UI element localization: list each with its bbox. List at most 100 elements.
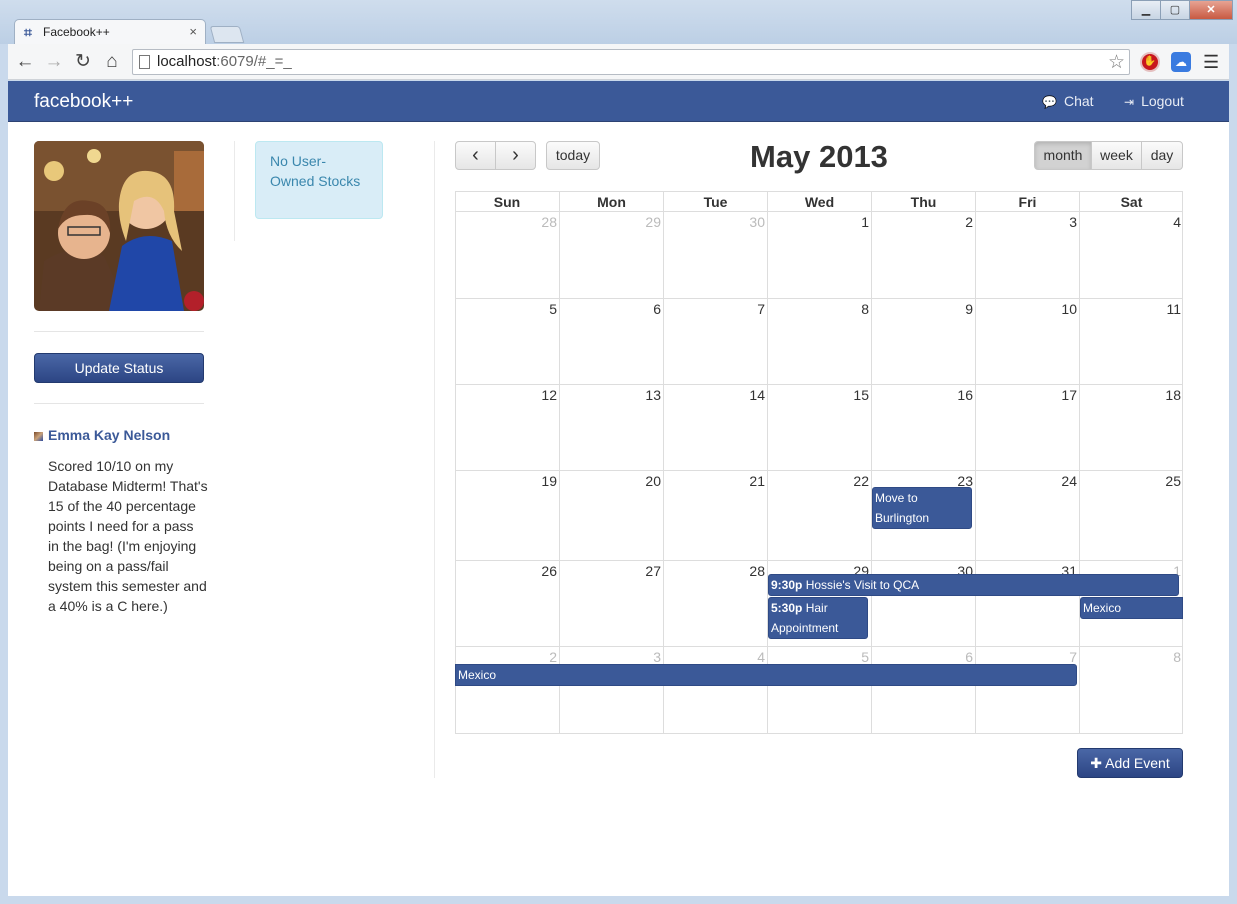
calendar-day-cell[interactable]: 8 bbox=[767, 299, 871, 384]
tab-close-icon[interactable]: × bbox=[189, 24, 197, 39]
menu-icon[interactable]: ☰ bbox=[1203, 52, 1219, 73]
day-header-mon: Mon bbox=[559, 192, 663, 212]
day-number: 22 bbox=[853, 473, 869, 489]
day-number: 9 bbox=[965, 301, 973, 317]
column-divider bbox=[434, 141, 435, 778]
calendar-day-cell[interactable]: 16 bbox=[871, 385, 975, 470]
home-icon[interactable]: ⌂ bbox=[100, 51, 124, 73]
calendar-day-cell[interactable]: 28 bbox=[663, 561, 767, 646]
calendar-day-cell[interactable]: 18 bbox=[1079, 385, 1183, 470]
title-bar: ⌗ Facebook++ × ▁ ▢ ✕ bbox=[0, 0, 1237, 45]
calendar-day-cell[interactable]: 19 bbox=[455, 471, 559, 560]
calendar-day-cell[interactable]: 24 bbox=[975, 471, 1079, 560]
calendar-event[interactable]: 9:30p Hossie's Visit to QCA bbox=[768, 574, 1179, 596]
calendar-event[interactable]: Mexico bbox=[1080, 597, 1183, 619]
calendar-day-cell[interactable]: 8 bbox=[1079, 647, 1183, 733]
column-divider bbox=[234, 141, 235, 241]
browser-toolbar: ← → ↻ ⌂ localhost:6079/#_=_ ☆ ✋ ☁ ☰ bbox=[8, 44, 1229, 80]
calendar-day-cell[interactable]: 1 bbox=[767, 212, 871, 298]
day-number: 8 bbox=[861, 301, 869, 317]
day-number: 8 bbox=[1173, 649, 1181, 665]
calendar-day-cell[interactable]: 3 bbox=[559, 647, 663, 733]
calendar-week-row: 12 13 14 15 16 17 18 bbox=[455, 385, 1183, 471]
calendar-day-cell[interactable]: 4 bbox=[1079, 212, 1183, 298]
logout-label: Logout bbox=[1141, 93, 1184, 109]
favicon-icon: ⌗ bbox=[24, 24, 32, 40]
calendar-day-cell[interactable]: 28 bbox=[455, 212, 559, 298]
week-view-button[interactable]: week bbox=[1091, 141, 1142, 170]
logout-link[interactable]: ⇥ Logout bbox=[1124, 93, 1184, 109]
chat-link[interactable]: 💬 Chat bbox=[1042, 93, 1094, 109]
calendar-day-cell[interactable]: 9 bbox=[871, 299, 975, 384]
calendar-event[interactable]: Move to Burlington bbox=[872, 487, 972, 529]
calendar-day-cell[interactable]: 27 bbox=[559, 561, 663, 646]
calendar-week-row: 2 3 4 5 6 7 8 bbox=[455, 647, 1183, 734]
add-event-button[interactable]: ✚ Add Event bbox=[1077, 748, 1183, 778]
web-page: facebook++ 💬 Chat ⇥ Logout Update Status… bbox=[8, 81, 1229, 896]
page-icon bbox=[139, 55, 150, 69]
day-number: 6 bbox=[653, 301, 661, 317]
calendar-day-cell[interactable]: 11 bbox=[1079, 299, 1183, 384]
day-number: 14 bbox=[749, 387, 765, 403]
month-view-button[interactable]: month bbox=[1034, 141, 1092, 170]
new-tab-button[interactable] bbox=[209, 26, 245, 43]
calendar-day-cell[interactable]: 13 bbox=[559, 385, 663, 470]
brand-logo[interactable]: facebook++ bbox=[34, 91, 133, 113]
maximize-button[interactable]: ▢ bbox=[1160, 0, 1190, 20]
cloud-extension-icon[interactable]: ☁ bbox=[1171, 52, 1191, 72]
chat-label: Chat bbox=[1063, 93, 1094, 109]
close-window-button[interactable]: ✕ bbox=[1189, 0, 1233, 20]
address-bar[interactable]: localhost:6079/#_=_ ☆ bbox=[132, 49, 1130, 75]
event-time: 9:30p bbox=[771, 578, 803, 592]
calendar-event[interactable]: Mexico bbox=[455, 664, 1077, 686]
event-time: 5:30p bbox=[771, 601, 803, 615]
event-title: Mexico bbox=[458, 668, 497, 682]
logout-icon: ⇥ bbox=[1124, 95, 1135, 109]
day-number: 10 bbox=[1061, 301, 1077, 317]
calendar-day-cell[interactable]: 17 bbox=[975, 385, 1079, 470]
day-number: 25 bbox=[1165, 473, 1181, 489]
day-number: 27 bbox=[645, 563, 661, 579]
url-host: localhost bbox=[157, 53, 217, 70]
adblock-extension-icon[interactable]: ✋ bbox=[1140, 52, 1160, 72]
calendar-day-cell[interactable]: 3 bbox=[975, 212, 1079, 298]
reload-icon[interactable]: ↻ bbox=[71, 51, 95, 73]
tab-title: Facebook++ bbox=[43, 25, 110, 39]
calendar-day-cell[interactable]: 2 bbox=[455, 647, 559, 733]
day-number: 13 bbox=[645, 387, 661, 403]
calendar-day-cell[interactable]: 25 bbox=[1079, 471, 1183, 560]
calendar-day-cell[interactable]: 12 bbox=[455, 385, 559, 470]
calendar-day-cell[interactable]: 6 bbox=[871, 647, 975, 733]
calendar-day-cell[interactable]: 30 bbox=[663, 212, 767, 298]
forward-icon[interactable]: → bbox=[42, 51, 66, 73]
calendar-day-cell[interactable]: 7 bbox=[975, 647, 1079, 733]
calendar-day-cell[interactable]: 4 bbox=[663, 647, 767, 733]
day-number: 5 bbox=[861, 649, 869, 665]
day-number: 30 bbox=[749, 214, 765, 230]
update-status-button[interactable]: Update Status bbox=[34, 353, 204, 383]
calendar-day-cell[interactable]: 26 bbox=[455, 561, 559, 646]
calendar-day-cell[interactable]: 21 bbox=[663, 471, 767, 560]
calendar-day-cell[interactable]: 6 bbox=[559, 299, 663, 384]
browser-tab[interactable]: ⌗ Facebook++ × bbox=[14, 19, 206, 45]
day-view-button[interactable]: day bbox=[1141, 141, 1183, 170]
calendar-day-cell[interactable]: 15 bbox=[767, 385, 871, 470]
day-number: 19 bbox=[541, 473, 557, 489]
calendar-day-cell[interactable]: 7 bbox=[663, 299, 767, 384]
calendar-day-cell[interactable]: 29 bbox=[559, 212, 663, 298]
back-icon[interactable]: ← bbox=[13, 51, 37, 73]
calendar-day-cell[interactable]: 2 bbox=[871, 212, 975, 298]
calendar-day-cell[interactable]: 14 bbox=[663, 385, 767, 470]
bookmark-star-icon[interactable]: ☆ bbox=[1108, 51, 1125, 74]
top-navbar: facebook++ 💬 Chat ⇥ Logout bbox=[8, 81, 1229, 122]
day-number: 12 bbox=[541, 387, 557, 403]
calendar-day-cell[interactable]: 5 bbox=[455, 299, 559, 384]
calendar-day-cell[interactable]: 10 bbox=[975, 299, 1079, 384]
calendar-day-cell[interactable]: 5 bbox=[767, 647, 871, 733]
calendar-day-cell[interactable]: 22 bbox=[767, 471, 871, 560]
minimize-button[interactable]: ▁ bbox=[1131, 0, 1161, 20]
calendar-day-cell[interactable]: 20 bbox=[559, 471, 663, 560]
post-author[interactable]: Emma Kay Nelson bbox=[34, 427, 170, 443]
calendar-event[interactable]: 5:30p Hair Appointment bbox=[768, 597, 868, 639]
event-title: Mexico bbox=[1083, 601, 1122, 615]
